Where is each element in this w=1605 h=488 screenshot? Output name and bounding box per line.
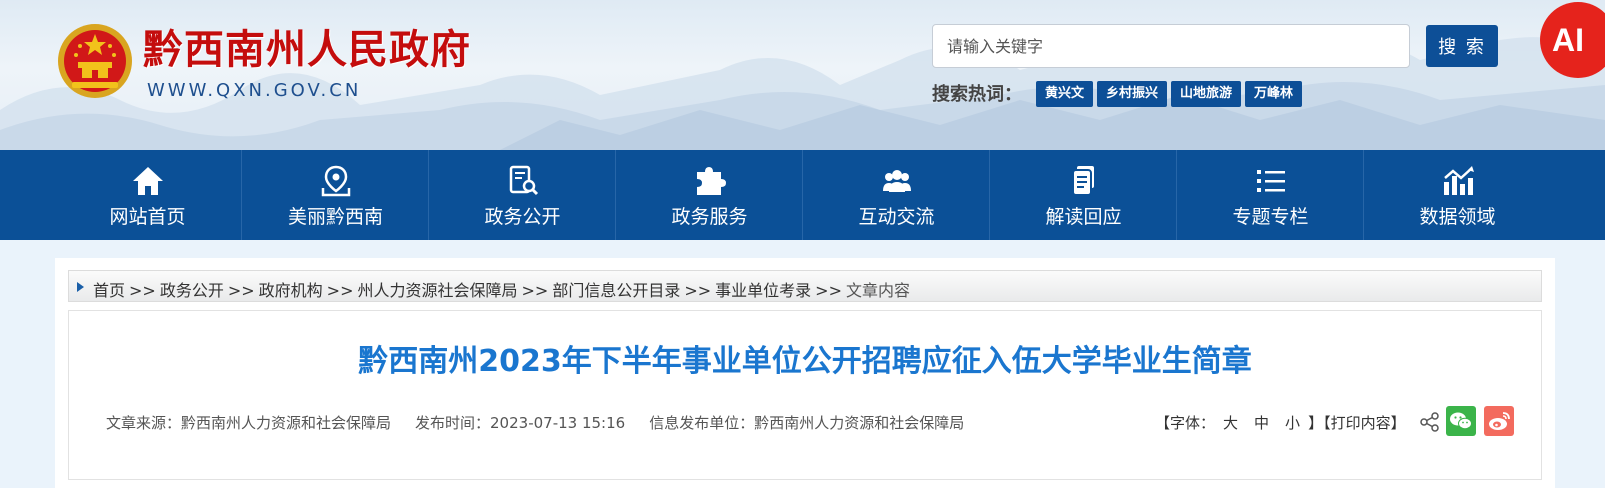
- list-icon: [1257, 170, 1285, 192]
- nav-item-label: 网站首页: [109, 206, 186, 228]
- puzzle-icon: [697, 167, 726, 195]
- breadcrumb-link[interactable]: 首页: [93, 281, 125, 300]
- search-button[interactable]: 搜 索: [1426, 25, 1498, 67]
- users-icon: [883, 170, 911, 192]
- article-title: 黔西南州2023年下半年事业单位公开招聘应征入伍大学毕业生简章: [358, 344, 1252, 379]
- hot-word-tag[interactable]: 山地旅游: [1171, 81, 1242, 107]
- article-source: 文章来源：黔西南州人力资源和社会保障局: [106, 414, 392, 432]
- nav-item-label: 互动交流: [858, 206, 935, 228]
- search-input[interactable]: [932, 24, 1410, 68]
- nav-item-interaction[interactable]: 互动交流: [802, 150, 990, 240]
- article-tools: 【字体： 大中小】【打印内容】: [1155, 412, 1406, 433]
- nav-item-label: 政务服务: [671, 206, 748, 228]
- nav-item-label: 美丽黔西南: [287, 206, 383, 228]
- breadcrumb-separator: >>: [129, 281, 156, 300]
- map-pin-icon: [321, 165, 351, 197]
- site-url: WWW.QXN.GOV.CN: [147, 80, 362, 101]
- breadcrumb-separator: >>: [815, 281, 842, 300]
- mountain-background: [0, 37, 1605, 150]
- nav-item-label: 解读回应: [1045, 206, 1122, 228]
- nav-item-label: 政务公开: [484, 206, 561, 228]
- nav-item-gov-services[interactable]: 政务服务: [615, 150, 803, 240]
- hot-words-list: 黄兴文 乡村振兴 山地旅游 万峰林: [1036, 81, 1306, 107]
- breadcrumb-separator: >>: [227, 281, 255, 300]
- hot-word-tag[interactable]: 万峰林: [1245, 81, 1303, 107]
- main-nav: 网站首页 美丽黔西南 政务公开 政务服务 互动交流 解读回应 专题专栏 数据领域: [0, 150, 1605, 240]
- breadcrumb-link[interactable]: 政务公开: [160, 281, 224, 300]
- nav-item-data[interactable]: 数据领域: [1363, 150, 1551, 240]
- font-size-medium[interactable]: 中: [1254, 414, 1269, 432]
- breadcrumb-separator: >>: [521, 281, 549, 300]
- share-icon[interactable]: [1420, 412, 1440, 432]
- breadcrumb-link[interactable]: 事业单位考录: [715, 281, 811, 300]
- breadcrumb: 首页 >> 政务公开 >> 政府机构 >> 州人力资源社会保障局 >> 部门信息公开目录 >> 事业…: [68, 270, 1542, 302]
- nav-item-label: 专题专栏: [1232, 206, 1309, 228]
- document-search-icon: [509, 165, 539, 196]
- hot-word-tag[interactable]: 黄兴文: [1036, 81, 1094, 107]
- font-size-close: 】: [1308, 414, 1324, 432]
- breadcrumb-separator: >>: [326, 281, 354, 300]
- nav-item-beautiful-qxn[interactable]: 美丽黔西南: [241, 150, 429, 240]
- article-publisher: 信息发布单位：黔西南州人力资源和社会保障局: [649, 414, 965, 432]
- font-size-small[interactable]: 小: [1285, 414, 1300, 432]
- wechat-icon: [1450, 412, 1472, 430]
- breadcrumb-separator: >>: [684, 281, 712, 300]
- breadcrumb-current: 文章内容: [845, 281, 910, 300]
- national-emblem-icon: [58, 24, 132, 98]
- chart-icon: [1444, 166, 1474, 195]
- font-size-label: 【字体：: [1155, 414, 1216, 432]
- nav-item-gov-affairs[interactable]: 政务公开: [428, 150, 616, 240]
- nav-item-interpretation[interactable]: 解读回应: [989, 150, 1177, 240]
- share-wechat-button[interactable]: [1446, 406, 1476, 436]
- font-size-large[interactable]: 大: [1223, 414, 1238, 432]
- weibo-icon: [1489, 412, 1510, 430]
- nav-item-special-topics[interactable]: 专题专栏: [1176, 150, 1364, 240]
- article-publish-time: 发布时间：2023-07-13 15:16: [415, 414, 626, 432]
- hot-word-tag[interactable]: 乡村振兴: [1097, 81, 1168, 107]
- breadcrumb-link[interactable]: 政府机构: [259, 281, 323, 300]
- file-icon: [1072, 166, 1094, 196]
- nav-item-home[interactable]: 网站首页: [54, 150, 241, 240]
- home-icon: [133, 167, 163, 195]
- breadcrumb-link[interactable]: 部门信息公开目录: [552, 281, 680, 300]
- site-name[interactable]: 黔西南州人民政府: [143, 26, 471, 74]
- site-header: 黔西南州人民政府 WWW.QXN.GOV.CN 搜 索 AI 搜索热词： 黄兴文…: [0, 0, 1605, 150]
- print-button[interactable]: 【打印内容】: [1323, 414, 1406, 432]
- share-weibo-button[interactable]: [1484, 406, 1514, 436]
- article-meta: 文章来源：黔西南州人力资源和社会保障局 发布时间：2023-07-13 15:16…: [106, 412, 988, 433]
- breadcrumb-arrow-icon: [77, 282, 84, 292]
- hot-words-label: 搜索热词：: [932, 84, 1022, 105]
- nav-item-label: 数据领域: [1419, 206, 1496, 228]
- breadcrumb-link[interactable]: 州人力资源社会保障局: [357, 281, 517, 300]
